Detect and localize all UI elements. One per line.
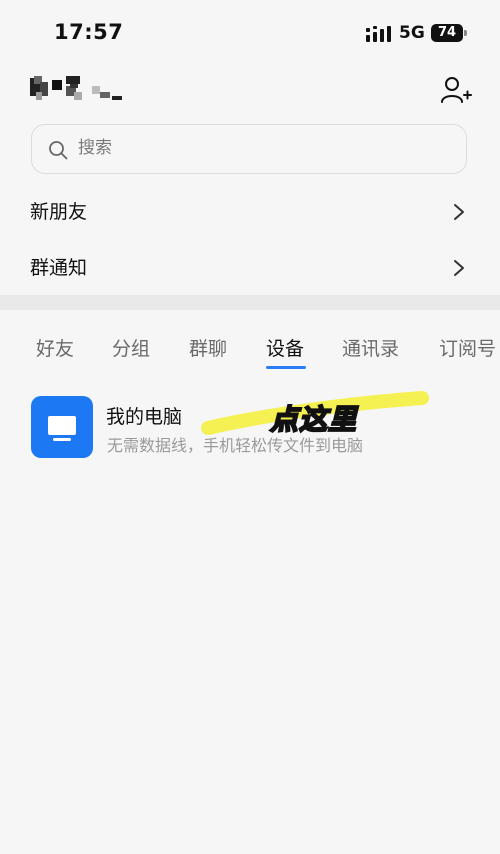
my-computer-title: 我的电脑: [106, 406, 183, 428]
active-tab-indicator: [266, 366, 306, 369]
add-friend-icon[interactable]: [440, 76, 472, 104]
search-icon: [49, 141, 68, 160]
chevron-right-icon: [454, 260, 464, 276]
group-notice-label: 群通知: [30, 257, 88, 279]
contact-tabs: 好友 分组 群聊 设备 通讯录 订阅号: [0, 326, 500, 374]
group-notice-row[interactable]: 群通知: [0, 240, 500, 296]
pixelated-account-name: [30, 76, 122, 100]
new-friends-label: 新朋友: [30, 201, 88, 223]
network-type: 5G: [399, 23, 425, 43]
new-friends-row[interactable]: 新朋友: [0, 184, 500, 240]
computer-icon: [31, 396, 93, 458]
section-divider: [0, 295, 500, 310]
search-input[interactable]: [76, 137, 440, 159]
status-time: 17:57: [54, 20, 124, 44]
tab-devices[interactable]: 设备: [266, 334, 304, 361]
tab-groups[interactable]: 分组: [112, 334, 150, 361]
search-bar[interactable]: [31, 124, 467, 174]
annotation-label: 点这里: [269, 402, 358, 437]
tab-subscriptions[interactable]: 订阅号: [439, 334, 496, 361]
battery-indicator: 74: [431, 24, 467, 42]
cellular-signal-icon: [366, 26, 391, 42]
tab-group-chats[interactable]: 群聊: [189, 334, 227, 361]
status-bar: 17:57 5G 74: [0, 0, 500, 64]
chevron-right-icon: [454, 204, 464, 220]
tab-friends[interactable]: 好友: [36, 334, 74, 361]
tab-address-book[interactable]: 通讯录: [342, 334, 399, 361]
